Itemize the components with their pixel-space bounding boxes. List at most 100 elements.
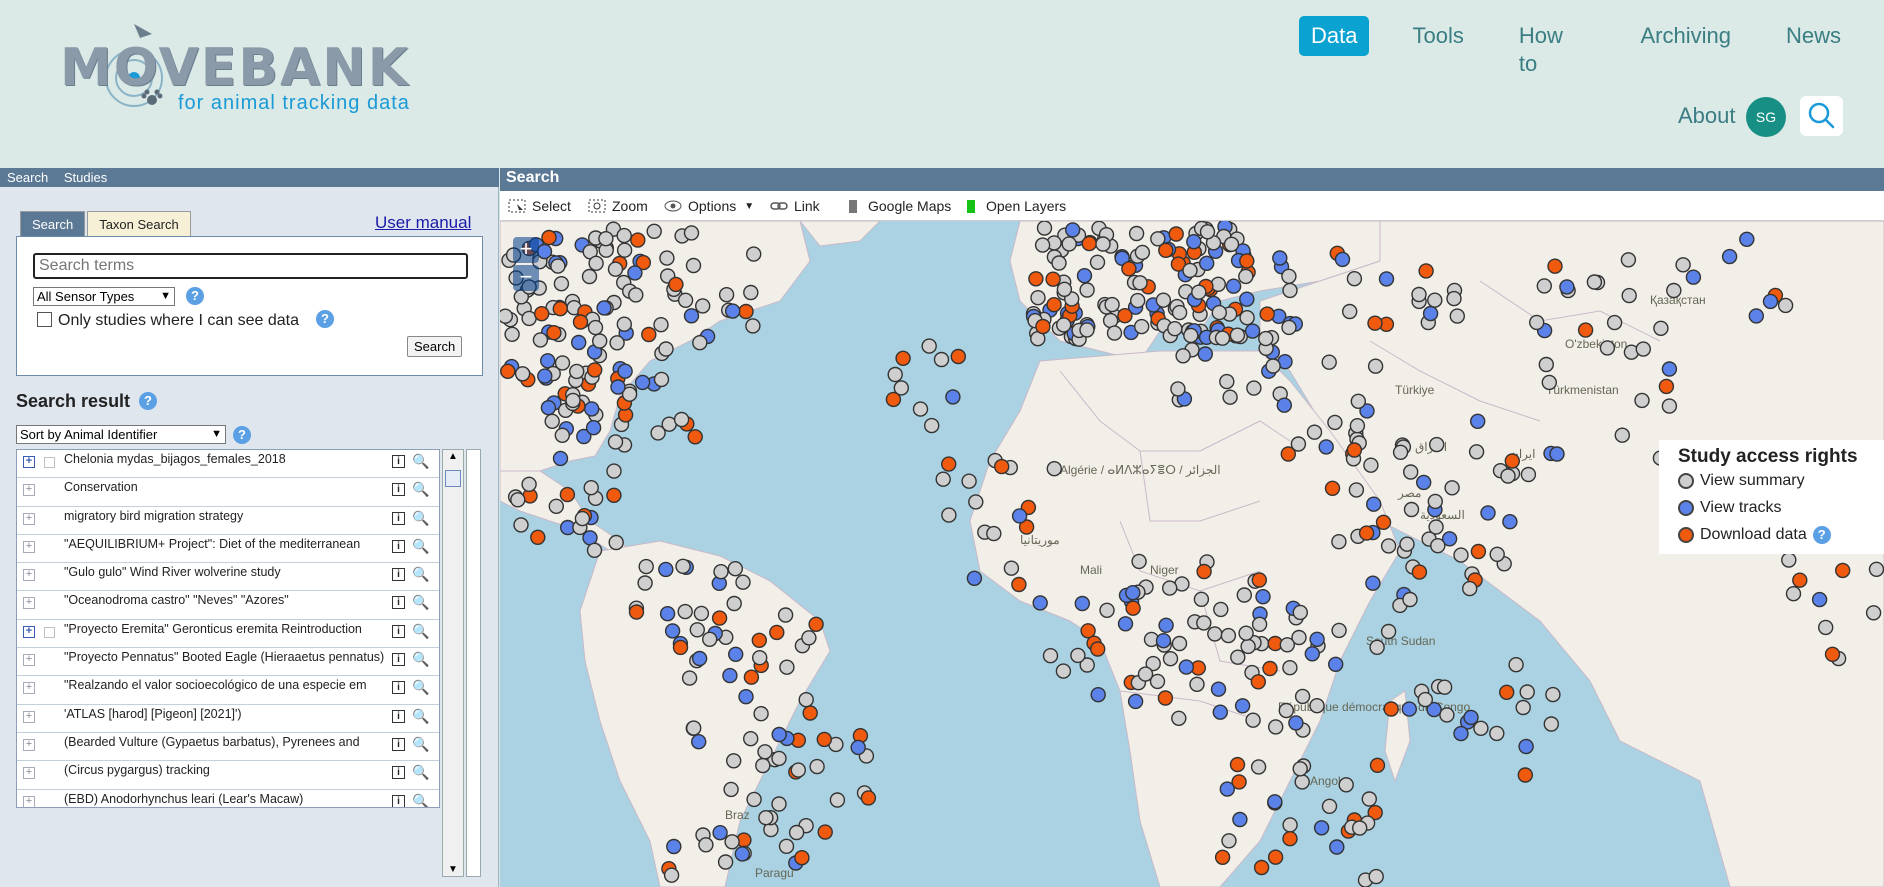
study-marker[interactable] xyxy=(1331,622,1347,639)
study-marker[interactable] xyxy=(638,558,654,575)
study-marker[interactable] xyxy=(653,316,669,333)
study-marker[interactable] xyxy=(1175,348,1191,364)
study-marker[interactable] xyxy=(1868,561,1884,577)
study-marker[interactable] xyxy=(650,425,666,441)
study-marker[interactable] xyxy=(1282,817,1298,833)
study-marker[interactable] xyxy=(1502,514,1518,530)
study-name[interactable]: "Oceanodroma castro" "Neves" "Azores" xyxy=(64,593,398,607)
study-marker[interactable] xyxy=(1292,761,1308,777)
study-marker[interactable] xyxy=(1127,693,1144,710)
study-marker[interactable] xyxy=(945,389,961,405)
study-marker[interactable] xyxy=(1117,307,1133,324)
study-marker[interactable] xyxy=(1470,543,1487,560)
study-marker[interactable] xyxy=(727,646,744,662)
study-marker[interactable] xyxy=(912,401,929,417)
study-marker[interactable] xyxy=(658,341,674,357)
study-marker[interactable] xyxy=(609,335,625,351)
study-marker[interactable] xyxy=(1661,361,1678,377)
study-marker[interactable] xyxy=(1352,820,1368,836)
study-marker[interactable] xyxy=(1541,374,1558,391)
study-marker[interactable] xyxy=(1334,251,1351,268)
sensor-type-select[interactable]: All Sensor Types ▼ xyxy=(33,287,175,306)
study-marker[interactable] xyxy=(924,417,940,434)
study-marker[interactable] xyxy=(790,762,806,778)
study-marker[interactable] xyxy=(1011,576,1027,593)
study-marker[interactable] xyxy=(1468,444,1485,460)
study-marker[interactable] xyxy=(1134,318,1150,335)
study-marker[interactable] xyxy=(817,824,833,840)
study-marker[interactable] xyxy=(1045,271,1061,287)
study-marker[interactable] xyxy=(1191,284,1207,300)
study-marker[interactable] xyxy=(689,622,706,638)
study-marker[interactable] xyxy=(712,825,728,841)
study-marker[interactable] xyxy=(677,292,694,309)
study-marker[interactable] xyxy=(1167,320,1183,337)
study-marker[interactable] xyxy=(1158,617,1174,633)
study-marker[interactable] xyxy=(1328,656,1344,672)
study-marker[interactable] xyxy=(743,284,759,301)
study-marker[interactable] xyxy=(1214,849,1231,865)
magnifier-icon[interactable]: 🔍 xyxy=(412,594,429,611)
study-marker[interactable] xyxy=(1309,631,1325,647)
tool-options[interactable]: Options ▼ xyxy=(664,198,754,214)
tool-select[interactable]: Select xyxy=(508,198,571,214)
study-marker[interactable] xyxy=(961,473,977,489)
study-marker[interactable] xyxy=(1262,660,1278,677)
study-name[interactable]: Chelonia mydas_bijagos_females_2018 xyxy=(64,452,398,466)
map-zoom-out-button[interactable]: − xyxy=(513,265,539,291)
magnifier-icon[interactable]: 🔍 xyxy=(412,651,429,668)
study-marker[interactable] xyxy=(664,623,681,639)
study-marker[interactable] xyxy=(617,363,633,379)
study-marker[interactable] xyxy=(1329,839,1345,855)
study-marker[interactable] xyxy=(1258,330,1274,347)
study-marker[interactable] xyxy=(1294,688,1311,705)
nav-tools[interactable]: Tools xyxy=(1400,16,1475,56)
study-marker[interactable] xyxy=(1089,254,1106,270)
study-marker[interactable] xyxy=(1131,553,1147,570)
study-marker[interactable] xyxy=(1162,651,1179,667)
study-marker[interactable] xyxy=(885,391,902,408)
row-checkbox[interactable] xyxy=(44,457,55,468)
study-marker[interactable] xyxy=(653,371,670,388)
study-marker[interactable] xyxy=(513,517,529,533)
info-icon[interactable]: i xyxy=(392,709,405,723)
study-marker[interactable] xyxy=(1418,263,1434,279)
study-marker[interactable] xyxy=(510,492,526,508)
study-marker[interactable] xyxy=(738,689,754,705)
study-name[interactable]: "AEQUILIBRIUM+ Project": Diet of the med… xyxy=(64,537,398,551)
study-marker[interactable] xyxy=(1403,501,1420,518)
study-marker[interactable] xyxy=(935,471,951,487)
study-marker[interactable] xyxy=(1403,464,1419,480)
study-marker[interactable] xyxy=(994,458,1010,475)
study-marker[interactable] xyxy=(659,250,675,266)
study-marker[interactable] xyxy=(628,287,644,303)
study-marker[interactable] xyxy=(666,838,682,855)
study-marker[interactable] xyxy=(553,276,570,292)
study-marker[interactable] xyxy=(726,595,742,612)
study-marker[interactable] xyxy=(1186,234,1202,250)
study-marker[interactable] xyxy=(1349,417,1366,434)
study-marker[interactable] xyxy=(1427,292,1443,308)
study-marker[interactable] xyxy=(692,334,708,351)
study-marker[interactable] xyxy=(753,706,769,722)
study-marker[interactable] xyxy=(769,624,785,641)
search-input[interactable] xyxy=(33,253,468,279)
study-marker[interactable] xyxy=(1034,237,1051,253)
study-marker[interactable] xyxy=(1416,474,1432,491)
study-marker[interactable] xyxy=(598,231,614,247)
magnifier-icon[interactable]: 🔍 xyxy=(412,453,429,470)
info-icon[interactable]: i xyxy=(392,455,405,468)
expand-icon[interactable]: + xyxy=(23,540,35,553)
study-marker[interactable] xyxy=(1182,262,1198,279)
study-marker[interactable] xyxy=(1221,833,1237,849)
study-marker[interactable] xyxy=(1449,308,1465,324)
study-marker[interactable] xyxy=(735,574,751,590)
result-row[interactable]: + "Proyecto Eremita" Geronticus eremita R… xyxy=(17,620,439,649)
study-marker[interactable] xyxy=(1762,293,1779,310)
study-marker[interactable] xyxy=(1196,615,1212,631)
study-marker[interactable] xyxy=(607,261,624,277)
study-marker[interactable] xyxy=(860,790,877,806)
study-marker[interactable] xyxy=(1259,306,1275,322)
study-marker[interactable] xyxy=(1157,690,1174,706)
study-marker[interactable] xyxy=(1739,231,1755,247)
